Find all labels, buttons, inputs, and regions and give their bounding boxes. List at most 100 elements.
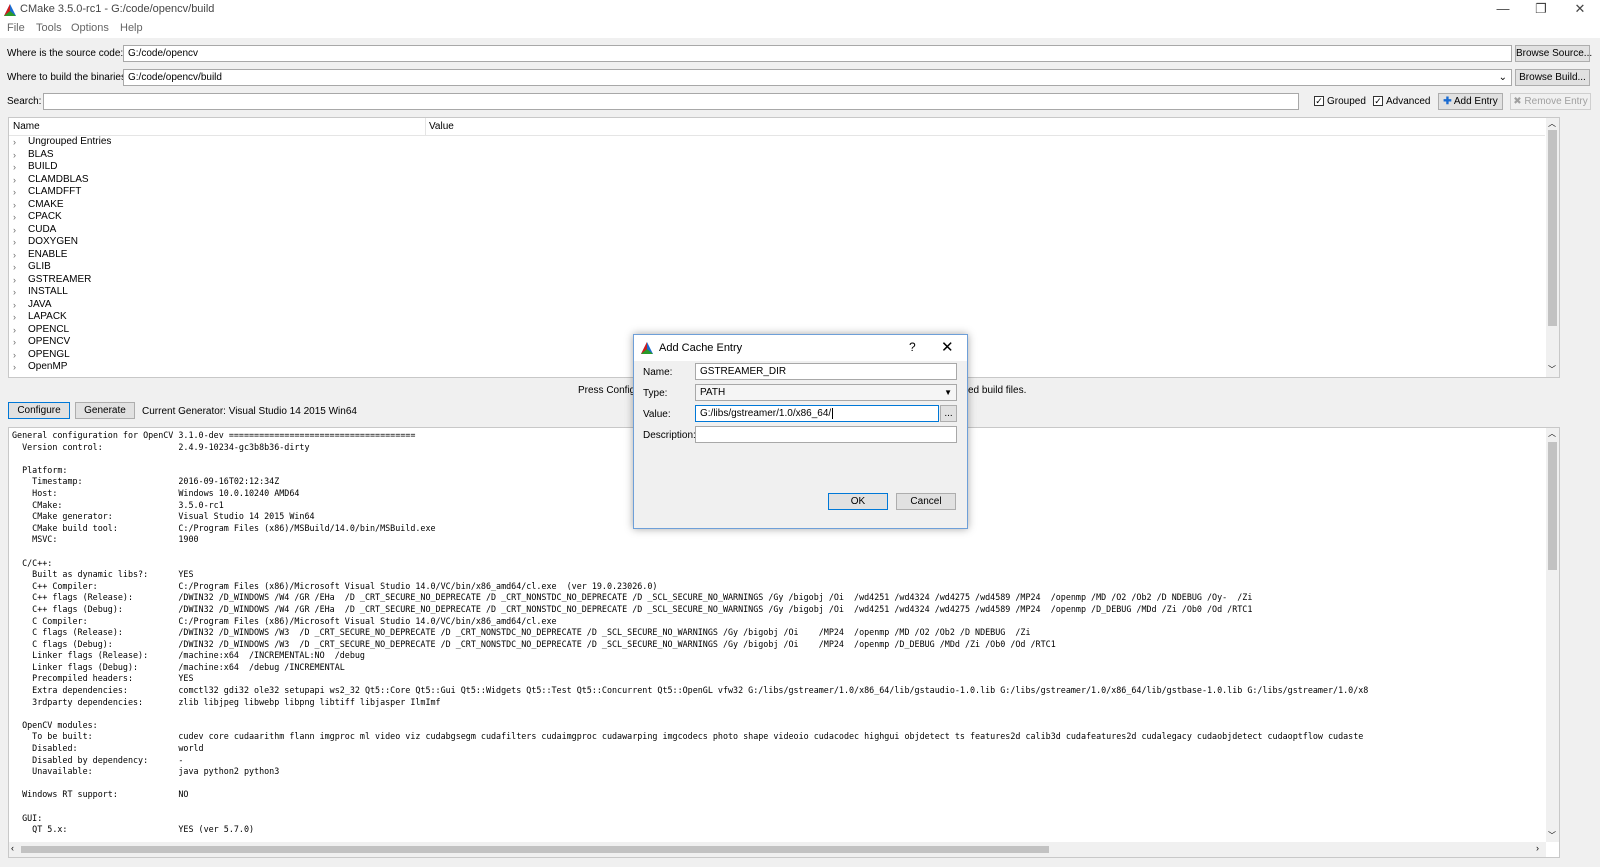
- scroll-right-icon[interactable]: ›: [1536, 843, 1539, 853]
- tree-row[interactable]: › CPACK: [9, 211, 1545, 224]
- browse-source-button[interactable]: Browse Source...: [1515, 45, 1592, 62]
- tree-row-label: CUDA: [28, 223, 57, 235]
- value-text: G:/libs/gstreamer/1.0/x86_64/: [700, 408, 832, 419]
- value-input[interactable]: G:/libs/gstreamer/1.0/x86_64/: [695, 405, 939, 422]
- expand-chevron-icon[interactable]: ›: [13, 299, 16, 312]
- tree-row[interactable]: › GSTREAMER: [9, 274, 1545, 287]
- expand-chevron-icon[interactable]: ›: [13, 311, 16, 324]
- ok-button[interactable]: OK: [828, 493, 888, 510]
- tree-row[interactable]: › ENABLE: [9, 249, 1545, 262]
- title-bar: CMake 3.5.0-rc1 - G:/code/opencv/build —…: [0, 0, 1600, 20]
- tree-row[interactable]: › CUDA: [9, 224, 1545, 237]
- add-cache-entry-dialog: Add Cache Entry ? ✕ Name: GSTREAMER_DIR …: [633, 334, 968, 529]
- scroll-up-icon[interactable]: ︿: [1548, 428, 1556, 439]
- menu-file[interactable]: File: [7, 22, 25, 34]
- menu-help[interactable]: Help: [120, 22, 143, 34]
- tree-row[interactable]: › CMAKE: [9, 199, 1545, 212]
- advanced-checkbox[interactable]: ✓: [1373, 96, 1383, 106]
- restore-button[interactable]: ❐: [1521, 0, 1561, 20]
- output-line: QT 5.x: YES (ver 5.7.0): [12, 824, 255, 835]
- expand-chevron-icon[interactable]: ›: [13, 286, 16, 299]
- remove-entry-button[interactable]: ✖ Remove Entry: [1510, 93, 1591, 110]
- expand-chevron-icon[interactable]: ›: [13, 161, 16, 174]
- menu-bar: File Tools Options Help: [0, 20, 1600, 38]
- column-value[interactable]: Value: [429, 121, 454, 132]
- scroll-left-icon[interactable]: ‹: [11, 843, 14, 853]
- scroll-down-icon[interactable]: ﹀: [1548, 830, 1556, 841]
- add-entry-button[interactable]: ✚ Add Entry: [1438, 93, 1503, 110]
- output-scroll-thumb[interactable]: [1548, 442, 1557, 570]
- help-icon[interactable]: ?: [909, 340, 916, 354]
- tree-row[interactable]: › BUILD: [9, 161, 1545, 174]
- chevron-down-icon[interactable]: ⌄: [1499, 70, 1507, 85]
- source-path-input[interactable]: G:/code/opencv: [123, 45, 1512, 62]
- output-vscrollbar[interactable]: ︿ ﹀: [1546, 428, 1559, 842]
- generate-button[interactable]: Generate: [75, 402, 135, 419]
- name-input[interactable]: GSTREAMER_DIR: [695, 363, 957, 380]
- grouped-checkbox[interactable]: ✓: [1314, 96, 1324, 106]
- minimize-button[interactable]: —: [1483, 0, 1523, 20]
- browse-value-button[interactable]: ...: [940, 405, 957, 422]
- output-line: Precompiled headers: YES: [12, 673, 194, 684]
- tree-row[interactable]: › DOXYGEN: [9, 236, 1545, 249]
- output-line: C++ flags (Debug): /DWIN32 /D_WINDOWS /W…: [12, 603, 1253, 614]
- tree-row-label: ENABLE: [28, 248, 68, 260]
- expand-chevron-icon[interactable]: ›: [13, 186, 16, 199]
- tree-row[interactable]: › GLIB: [9, 261, 1545, 274]
- scroll-down-icon[interactable]: ﹀: [1548, 364, 1556, 375]
- tree-row[interactable]: › CLAMDFFT: [9, 186, 1545, 199]
- menu-options[interactable]: Options: [71, 22, 109, 34]
- output-hscrollbar[interactable]: ‹ ›: [9, 842, 1546, 857]
- dialog-close-icon[interactable]: ✕: [941, 338, 954, 356]
- expand-chevron-icon[interactable]: ›: [13, 349, 16, 362]
- tree-row[interactable]: › LAPACK: [9, 311, 1545, 324]
- advanced-label: Advanced: [1386, 96, 1431, 107]
- browse-build-button[interactable]: Browse Build...: [1515, 69, 1590, 86]
- column-name[interactable]: Name: [13, 121, 40, 132]
- tree-row-label: CLAMDBLAS: [28, 173, 89, 185]
- expand-chevron-icon[interactable]: ›: [13, 211, 16, 224]
- expand-chevron-icon[interactable]: ›: [13, 149, 16, 162]
- window-title: CMake 3.5.0-rc1 - G:/code/opencv/build: [20, 3, 215, 15]
- add-entry-label: Add Entry: [1453, 96, 1498, 107]
- tree-row[interactable]: › INSTALL: [9, 286, 1545, 299]
- expand-chevron-icon[interactable]: ›: [13, 336, 16, 349]
- menu-tools[interactable]: Tools: [36, 22, 62, 34]
- tree-row[interactable]: › Ungrouped Entries: [9, 136, 1545, 149]
- tree-row[interactable]: › CLAMDBLAS: [9, 174, 1545, 187]
- build-label: Where to build the binaries:: [7, 72, 129, 83]
- expand-chevron-icon[interactable]: ›: [13, 361, 16, 374]
- description-input[interactable]: [695, 426, 957, 443]
- expand-chevron-icon[interactable]: ›: [13, 236, 16, 249]
- tree-scroll-thumb[interactable]: [1548, 130, 1557, 326]
- type-select[interactable]: PATH ▼: [695, 384, 957, 401]
- configure-button[interactable]: Configure: [8, 402, 70, 419]
- search-input[interactable]: [43, 93, 1299, 110]
- scroll-up-icon[interactable]: ︿: [1548, 118, 1556, 129]
- expand-chevron-icon[interactable]: ›: [13, 274, 16, 287]
- grouped-label: Grouped: [1327, 96, 1366, 107]
- cancel-button[interactable]: Cancel: [896, 493, 956, 510]
- text-cursor: [832, 408, 834, 419]
- expand-chevron-icon[interactable]: ›: [13, 199, 16, 212]
- build-path-value: G:/code/opencv/build: [128, 72, 222, 83]
- output-line: OpenCV modules:: [12, 719, 98, 730]
- expand-chevron-icon[interactable]: ›: [13, 249, 16, 262]
- output-hscroll-thumb[interactable]: [21, 846, 1049, 853]
- expand-chevron-icon[interactable]: ›: [13, 224, 16, 237]
- expand-chevron-icon[interactable]: ›: [13, 324, 16, 337]
- tree-scrollbar[interactable]: ︿ ﹀: [1546, 118, 1559, 377]
- expand-chevron-icon[interactable]: ›: [13, 174, 16, 187]
- tree-row[interactable]: › BLAS: [9, 149, 1545, 162]
- build-path-combobox[interactable]: G:/code/opencv/build ⌄: [123, 69, 1512, 86]
- output-line: C++ Compiler: C:/Program Files (x86)/Mic…: [12, 580, 658, 591]
- expand-chevron-icon[interactable]: ›: [13, 261, 16, 274]
- tree-row-label: BLAS: [28, 148, 54, 160]
- tree-row[interactable]: › JAVA: [9, 299, 1545, 312]
- dropdown-arrow-icon[interactable]: ▼: [944, 385, 952, 400]
- expand-chevron-icon[interactable]: ›: [13, 136, 16, 149]
- close-window-button[interactable]: ✕: [1560, 0, 1600, 20]
- output-line: MSVC: 1900: [12, 534, 199, 545]
